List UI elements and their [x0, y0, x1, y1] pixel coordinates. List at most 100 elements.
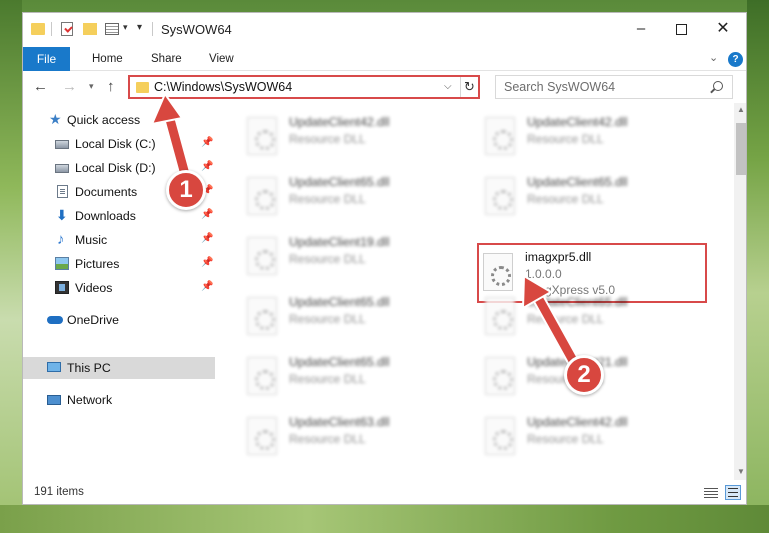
gear-icon — [483, 253, 513, 291]
address-path[interactable]: C:\Windows\SysWOW64 — [154, 80, 292, 94]
help-icon[interactable]: ? — [728, 52, 743, 67]
file-name: imagxpr5.dll — [525, 250, 592, 264]
sidebar-item-label: Music — [75, 233, 108, 247]
vertical-scrollbar[interactable]: ▲ ▼ — [734, 103, 746, 480]
expand-ribbon-icon[interactable]: ⌄ — [709, 51, 718, 64]
up-arrow-icon[interactable]: ↑ — [107, 78, 115, 95]
minimize-button[interactable]: – — [631, 19, 651, 39]
list-item[interactable]: UpdateClient42.dll Resource DLL — [215, 111, 445, 159]
details-view-icon[interactable] — [704, 488, 718, 499]
sidebar-item-videos[interactable]: Videos 📌 — [23, 277, 215, 299]
sidebar-item-local-disk-c[interactable]: Local Disk (C:) 📌 — [23, 133, 215, 155]
sidebar-item-network[interactable]: Network — [23, 389, 215, 411]
computer-icon — [47, 362, 61, 372]
file-name: UpdateClient65.dll — [289, 355, 390, 369]
forward-arrow-icon[interactable]: → — [62, 78, 77, 95]
picture-icon — [55, 257, 69, 270]
search-input[interactable]: Search SysWOW64 — [504, 80, 615, 94]
list-item[interactable]: UpdateClient65.dll Resource DLL — [453, 171, 683, 219]
quick-access-separator — [51, 22, 52, 36]
file-description: Resource DLL — [527, 432, 604, 446]
list-item[interactable]: UpdateClient63.dll Resource DLL — [215, 411, 445, 459]
dll-file-icon — [247, 297, 277, 335]
list-item[interactable]: UpdateClient65.dll Resource DLL — [453, 291, 683, 339]
search-box[interactable]: Search SysWOW64 — [495, 75, 733, 99]
sidebar-item-music[interactable]: ♪ Music 📌 — [23, 229, 215, 251]
file-description: Resource DLL — [289, 132, 366, 146]
tab-view[interactable]: View — [209, 47, 234, 71]
file-name: UpdateClient42.dll — [289, 115, 390, 129]
file-description: Resource DLL — [527, 312, 604, 326]
rename-icon[interactable] — [105, 23, 119, 35]
status-bar: 191 items — [23, 480, 746, 504]
list-item[interactable]: UpdateClient42.dll Resource DLL — [453, 411, 683, 459]
list-item[interactable]: UpdateClient65.dll Resource DLL — [215, 291, 445, 339]
dll-file-icon — [247, 117, 277, 155]
customize-toolbar-icon[interactable]: ▾ — [137, 22, 142, 40]
properties-check-icon[interactable] — [61, 22, 73, 36]
title-bar: ▾ ▾ SysWOW64 – ✕ — [23, 13, 746, 47]
file-description: Resource DLL — [289, 192, 366, 206]
dll-file-icon — [247, 237, 277, 275]
file-name: UpdateClient65.dll — [289, 295, 390, 309]
maximize-button[interactable] — [671, 19, 691, 39]
pin-icon[interactable]: 📌 — [201, 161, 213, 172]
disk-icon — [55, 164, 69, 173]
sidebar-item-label: Network — [67, 393, 113, 407]
back-arrow-icon[interactable]: ← — [33, 78, 48, 95]
sidebar-item-quick-access[interactable]: ★ Quick access — [23, 109, 215, 131]
video-icon — [55, 281, 69, 294]
folder-icon[interactable] — [31, 23, 45, 35]
pin-icon[interactable]: 📌 — [201, 233, 213, 244]
navigation-bar: ← → ▾ ↑ C:\Windows\SysWOW64 ⌵ ↻ Search S… — [23, 71, 746, 103]
step-1-badge: 1 — [166, 170, 206, 210]
pin-icon[interactable]: 📌 — [201, 257, 213, 268]
search-icon[interactable] — [713, 81, 723, 91]
window-title: SysWOW64 — [161, 22, 232, 37]
sidebar-item-label: Local Disk (D:) — [75, 161, 156, 175]
tab-share[interactable]: Share — [151, 47, 182, 71]
file-name: UpdateClient63.dll — [289, 415, 390, 429]
file-explorer-window: ▾ ▾ SysWOW64 – ✕ File Home Share View ⌄ … — [22, 12, 747, 505]
file-description: Resource DLL — [289, 312, 366, 326]
sidebar-item-pictures[interactable]: Pictures 📌 — [23, 253, 215, 275]
pin-icon[interactable]: 📌 — [201, 209, 213, 220]
pin-icon[interactable]: 📌 — [201, 137, 213, 148]
file-name: UpdateClient65.dll — [289, 175, 390, 189]
music-icon: ♪ — [57, 231, 65, 248]
cloud-icon — [47, 316, 63, 324]
tab-home[interactable]: Home — [92, 47, 123, 71]
desktop-background-left — [0, 0, 22, 533]
scroll-thumb[interactable] — [736, 123, 746, 175]
refresh-icon[interactable]: ↻ — [460, 77, 478, 97]
chevron-down-icon[interactable]: ▾ — [123, 22, 128, 40]
dll-file-icon — [485, 417, 515, 455]
list-item[interactable]: UpdateClient65.dll Resource DLL — [215, 351, 445, 399]
list-item[interactable]: UpdateClient65.dll Resource DLL — [215, 171, 445, 219]
dll-file-icon — [485, 117, 515, 155]
file-version: 1.0.0.0 — [525, 267, 562, 281]
sidebar-item-onedrive[interactable]: OneDrive — [23, 309, 215, 331]
address-bar[interactable]: C:\Windows\SysWOW64 ⌵ ↻ — [128, 75, 480, 99]
dll-file-icon — [485, 357, 515, 395]
scroll-down-icon[interactable]: ▼ — [737, 467, 745, 476]
tab-file[interactable]: File — [23, 47, 70, 71]
list-item[interactable]: UpdateClient42.dll Resource DLL — [453, 111, 683, 159]
close-button[interactable]: ✕ — [713, 19, 733, 39]
tiles-view-icon[interactable] — [725, 485, 741, 500]
dll-file-icon — [247, 417, 277, 455]
file-description: Resource DLL — [289, 372, 366, 386]
desktop-background-bottom — [0, 505, 769, 533]
sidebar-item-label: This PC — [67, 361, 111, 375]
sidebar-item-label: Videos — [75, 281, 113, 295]
file-name: UpdateClient19.dll — [289, 235, 390, 249]
network-icon — [47, 395, 61, 405]
recent-locations-icon[interactable]: ▾ — [89, 81, 94, 92]
sidebar-item-this-pc[interactable]: This PC — [23, 357, 215, 379]
list-item[interactable]: UpdateClient19.dll Resource DLL — [215, 231, 445, 279]
chevron-down-icon[interactable]: ⌵ — [444, 81, 452, 92]
new-folder-icon[interactable] — [83, 23, 97, 35]
scroll-up-icon[interactable]: ▲ — [737, 105, 745, 114]
pin-icon[interactable]: 📌 — [201, 281, 213, 292]
download-icon: ⬇ — [56, 207, 68, 223]
